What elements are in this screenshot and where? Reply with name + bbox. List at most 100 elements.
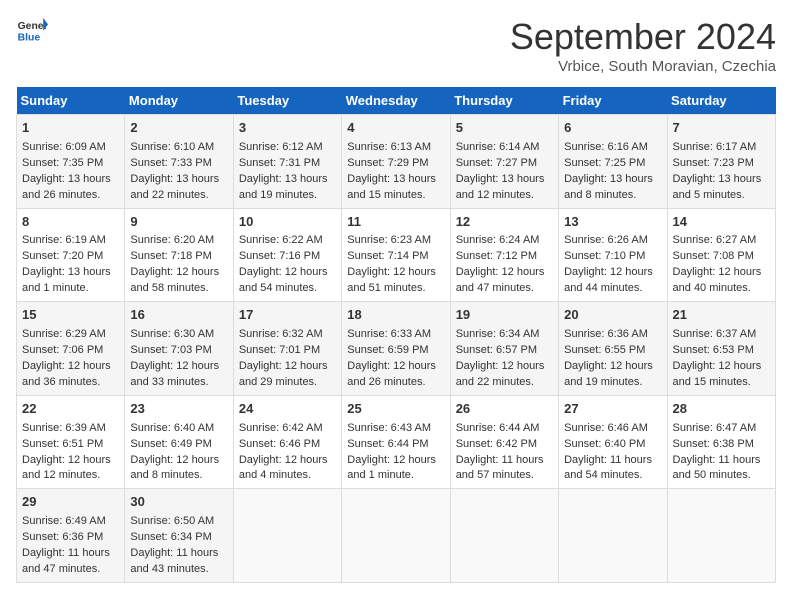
calendar-cell: 6Sunrise: 6:16 AMSunset: 7:25 PMDaylight… [559,115,667,209]
daylight-label: Daylight: 13 hours and 1 minute. [22,266,111,294]
daylight-label: Daylight: 12 hours and 44 minutes. [564,266,653,294]
calendar-cell: 5Sunrise: 6:14 AMSunset: 7:27 PMDaylight… [450,115,558,209]
day-number: 4 [347,119,444,138]
sunrise-text: Sunrise: 6:42 AM [239,422,323,434]
day-header-wednesday: Wednesday [342,87,450,115]
day-number: 1 [22,119,119,138]
sunrise-text: Sunrise: 6:19 AM [22,234,106,246]
calendar-week-3: 15Sunrise: 6:29 AMSunset: 7:06 PMDayligh… [17,302,776,396]
day-number: 5 [456,119,553,138]
calendar-cell: 14 Sunrise: 6:27 AM Sunset: 7:08 PM Dayligh… [667,208,775,302]
sunrise-text: Sunrise: 6:29 AM [22,328,106,340]
daylight-label: Daylight: 13 hours and 15 minutes. [347,173,436,201]
day-number: 3 [239,119,336,138]
day-header-thursday: Thursday [450,87,558,115]
day-header-tuesday: Tuesday [233,87,341,115]
calendar-cell: 29Sunrise: 6:49 AMSunset: 6:36 PMDayligh… [17,489,125,583]
sunrise-text: Sunrise: 6:40 AM [130,422,214,434]
calendar-week-4: 22Sunrise: 6:39 AMSunset: 6:51 PMDayligh… [17,395,776,489]
daylight-label: Daylight: 13 hours and 22 minutes. [130,173,219,201]
daylight-label: Daylight: 13 hours and 26 minutes. [22,173,111,201]
sunset-text: Sunset: 7:03 PM [130,344,211,356]
calendar-cell: 11Sunrise: 6:23 AMSunset: 7:14 PMDayligh… [342,208,450,302]
daylight-label: Daylight: 12 hours and 51 minutes. [347,266,436,294]
calendar-cell [342,489,450,583]
calendar-cell: 4Sunrise: 6:13 AMSunset: 7:29 PMDaylight… [342,115,450,209]
sunrise-text: Sunrise: 6:20 AM [130,234,214,246]
calendar-cell: 24Sunrise: 6:42 AMSunset: 6:46 PMDayligh… [233,395,341,489]
daylight-label: Daylight: 11 hours and 57 minutes. [456,454,544,482]
sunset-text: Sunset: 7:20 PM [22,250,103,262]
day-number: 29 [22,493,119,512]
day-number: 19 [456,306,553,325]
calendar-cell: 7Sunrise: 6:17 AMSunset: 7:23 PMDaylight… [667,115,775,209]
sunset-text: Sunset: 6:40 PM [564,438,645,450]
daylight-label: Daylight: 12 hours and 4 minutes. [239,454,328,482]
calendar-week-1: 1 Sunrise: 6:09 AM Sunset: 7:35 PM Daylight… [17,115,776,209]
sunrise-text: Sunrise: 6:09 AM [22,141,106,153]
sunset-text: Sunset: 7:08 PM [673,250,754,262]
day-number: 22 [22,400,119,419]
sunrise-text: Sunrise: 6:14 AM [456,141,540,153]
calendar-cell: 13Sunrise: 6:26 AMSunset: 7:10 PMDayligh… [559,208,667,302]
day-number: 14 [673,213,770,232]
sunset-text: Sunset: 7:25 PM [564,157,645,169]
day-number: 18 [347,306,444,325]
logo-icon: General Blue [16,16,48,44]
calendar-cell: 20Sunrise: 6:36 AMSunset: 6:55 PMDayligh… [559,302,667,396]
day-number: 20 [564,306,661,325]
daylight-label: Daylight: 12 hours and 58 minutes. [130,266,219,294]
calendar-cell: 25Sunrise: 6:43 AMSunset: 6:44 PMDayligh… [342,395,450,489]
day-number: 15 [22,306,119,325]
page-header: General Blue September 2024 Vrbice, Sout… [16,16,776,75]
calendar-cell: 2Sunrise: 6:10 AMSunset: 7:33 PMDaylight… [125,115,233,209]
calendar-week-5: 29Sunrise: 6:49 AMSunset: 6:36 PMDayligh… [17,489,776,583]
daylight-label: Daylight: 13 hours and 19 minutes. [239,173,328,201]
daylight-label: Daylight: 12 hours and 8 minutes. [130,454,219,482]
sunrise-text: Sunrise: 6:12 AM [239,141,323,153]
sunrise-text: Sunrise: 6:27 AM [673,234,757,246]
day-number: 17 [239,306,336,325]
sunset-text: Sunset: 6:36 PM [22,531,103,543]
daylight-label: Daylight: 12 hours and 47 minutes. [456,266,545,294]
day-number: 12 [456,213,553,232]
sunrise-text: Sunrise: 6:13 AM [347,141,431,153]
sunrise-text: Sunrise: 6:23 AM [347,234,431,246]
daylight-label: Daylight: 12 hours and 19 minutes. [564,360,653,388]
calendar-cell: 28Sunrise: 6:47 AMSunset: 6:38 PMDayligh… [667,395,775,489]
sunrise-text: Sunrise: 6:49 AM [22,515,106,527]
calendar-cell: 8Sunrise: 6:19 AMSunset: 7:20 PMDaylight… [17,208,125,302]
sunset-text: Sunset: 6:57 PM [456,344,537,356]
sunset-text: Sunset: 6:59 PM [347,344,428,356]
day-number: 2 [130,119,227,138]
day-number: 28 [673,400,770,419]
sunset-text: Sunset: 6:38 PM [673,438,754,450]
calendar-week-2: 8Sunrise: 6:19 AMSunset: 7:20 PMDaylight… [17,208,776,302]
calendar-cell: 3Sunrise: 6:12 AMSunset: 7:31 PMDaylight… [233,115,341,209]
calendar-cell: 16Sunrise: 6:30 AMSunset: 7:03 PMDayligh… [125,302,233,396]
daylight-label: Daylight: 12 hours and 40 minutes. [673,266,762,294]
sunrise-text: Sunrise: 6:10 AM [130,141,214,153]
daylight-label: Daylight: 13 hours and 5 minutes. [673,173,762,201]
calendar-cell [559,489,667,583]
sunset-text: Sunset: 6:44 PM [347,438,428,450]
sunset-text: Sunset: 7:16 PM [239,250,320,262]
daylight-label: Daylight: 12 hours and 33 minutes. [130,360,219,388]
day-header-sunday: Sunday [17,87,125,115]
logo: General Blue [16,16,48,44]
daylight-label: Daylight: 12 hours and 36 minutes. [22,360,111,388]
sunset-text: Sunset: 7:35 PM [22,157,103,169]
daylight-label: Daylight: 12 hours and 1 minute. [347,454,436,482]
sunrise-text: Sunrise: 6:34 AM [456,328,540,340]
daylight-label: Daylight: 12 hours and 29 minutes. [239,360,328,388]
sunrise-text: Sunrise: 6:50 AM [130,515,214,527]
month-title: September 2024 [510,16,776,58]
sunrise-text: Sunrise: 6:39 AM [22,422,106,434]
calendar-cell [667,489,775,583]
day-header-saturday: Saturday [667,87,775,115]
day-number: 16 [130,306,227,325]
daylight-label: Daylight: 11 hours and 54 minutes. [564,454,652,482]
day-number: 23 [130,400,227,419]
daylight-label: Daylight: 12 hours and 15 minutes. [673,360,762,388]
day-number: 13 [564,213,661,232]
